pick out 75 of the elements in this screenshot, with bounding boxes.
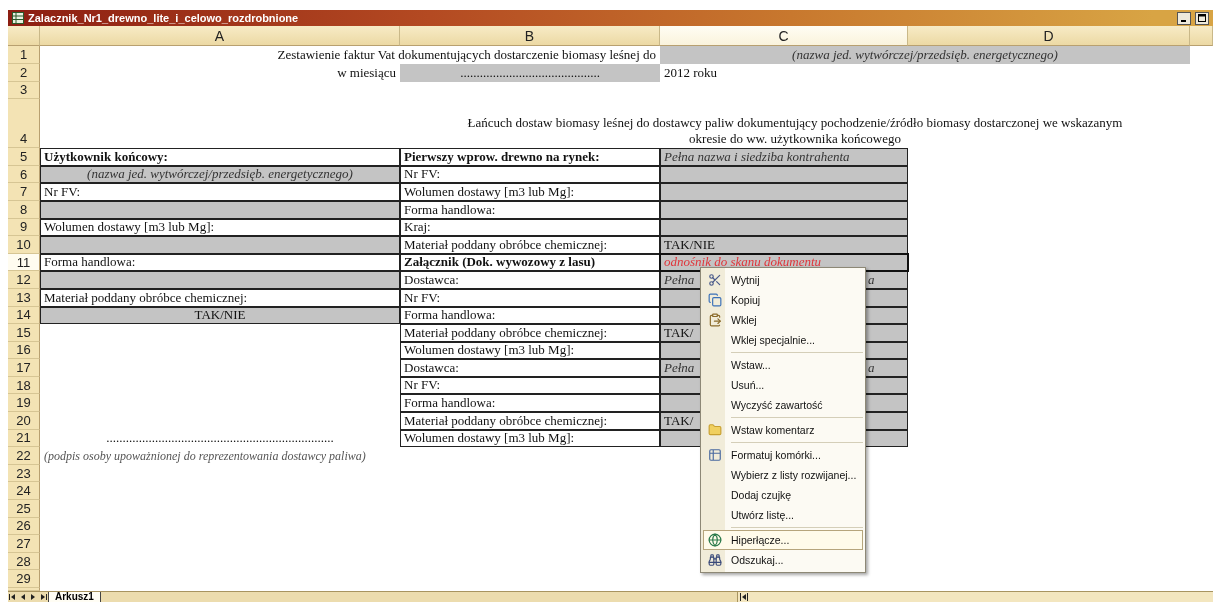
spreadsheet-cell: Nr FV: <box>40 183 400 201</box>
folder-icon <box>708 423 722 437</box>
menu-item[interactable]: Wyczyść zawartość <box>703 395 863 415</box>
spreadsheet-cell: Użytkownik końcowy: <box>40 148 400 166</box>
cell-text: a <box>868 271 875 288</box>
row-header[interactable]: 10 <box>8 236 40 254</box>
right-arrow-icon <box>29 593 37 601</box>
row-header[interactable]: 15 <box>8 324 40 342</box>
spreadsheet-cell: Pierwszy wprow. drewno na rynek: <box>400 148 660 166</box>
cell-text: Pełna <box>664 271 695 288</box>
cell-text: (podpis osoby upoważnionej do reprezentowania dostawcy paliwa) <box>43 447 367 465</box>
restore-icon <box>1198 14 1206 23</box>
column-header[interactable]: B <box>400 26 660 47</box>
row-header[interactable]: 1 <box>8 46 40 64</box>
left-arrow-icon <box>9 593 17 601</box>
next-sheet-button[interactable] <box>38 592 48 602</box>
row-header[interactable]: 7 <box>8 183 40 201</box>
menu-item[interactable]: Wstaw... <box>703 355 863 375</box>
window-title: Zalacznik_Nr1_drewno_lite_i_celowo_rozdrobnione <box>28 12 300 25</box>
spreadsheet-cell: Dostawca: <box>400 359 660 377</box>
spreadsheet-cell: (nazwa jed. wytwórczej/przedsięb. energetycznego) <box>660 46 1190 64</box>
globe-icon <box>708 533 722 547</box>
spreadsheet-cell: ........................................... <box>400 63 660 82</box>
menu-item[interactable]: Wybierz z listy rozwijanej... <box>703 465 863 485</box>
left-arrow-icon <box>19 593 27 601</box>
row-header[interactable]: 20 <box>8 412 40 430</box>
spreadsheet-cell: Dostawca: <box>400 271 660 289</box>
row-header[interactable]: 12 <box>8 271 40 289</box>
row-header[interactable]: 5 <box>8 148 40 166</box>
spreadsheet-cell: Materiał poddany obróbce chemicznej: <box>400 412 660 430</box>
row-header[interactable]: 27 <box>8 535 40 553</box>
cell-text: ...................................................................... <box>105 429 335 448</box>
minimize-button[interactable] <box>1177 11 1191 25</box>
split-handle-icon <box>740 593 748 601</box>
row-header[interactable]: 29 <box>8 570 40 588</box>
spreadsheet-cell: Materiał poddany obróbce chemicznej: <box>400 236 660 254</box>
spreadsheet-cell: Wolumen dostawy [m3 lub Mg]: <box>400 183 660 201</box>
cell-text: Zestawienie faktur Vat dokumentujących dostarczenie biomasy leśnej do <box>276 46 657 64</box>
row-header[interactable]: 17 <box>8 359 40 377</box>
binoculars-icon <box>708 553 722 567</box>
row-header[interactable]: 19 <box>8 394 40 413</box>
cell-text: 2012 roku <box>663 63 719 82</box>
cell-text: w miesiącu <box>336 63 397 82</box>
clipboard-icon <box>708 313 722 327</box>
menu-item[interactable]: Utwórz listę... <box>703 505 863 525</box>
cell-text: Łańcuch dostaw biomasy leśnej do dostawcy paliw dokumentujący pochodzenie/źródło biomasy dostarczonej we wskazanym okresie do ww. użytkownika końcowego <box>466 114 1124 149</box>
right-arrow-icon <box>39 593 47 601</box>
menu-item[interactable]: Formatuj komórki... <box>703 445 863 465</box>
row-header[interactable]: 22 <box>8 447 40 465</box>
copy-icon <box>708 293 722 307</box>
column-header[interactable]: C <box>660 26 908 47</box>
column-header[interactable]: D <box>908 26 1190 47</box>
menu-item[interactable]: Wytnij <box>703 270 863 290</box>
spreadsheet-icon <box>12 12 24 25</box>
spreadsheet-cell: Forma handlowa: <box>400 394 660 413</box>
table-icon <box>708 448 722 462</box>
scissors-icon <box>708 273 722 287</box>
spreadsheet-cell: Pełna nazwa i siedziba kontrahenta <box>660 148 908 166</box>
column-header[interactable]: A <box>40 26 400 47</box>
menu-item[interactable]: Kopiuj <box>703 290 863 310</box>
cell-text: a <box>868 359 875 376</box>
restore-button[interactable] <box>1195 11 1209 25</box>
menu-item[interactable]: Odszukaj... <box>703 550 863 570</box>
row-header[interactable]: 4 <box>8 99 40 149</box>
menu-item[interactable]: Hiperłącze... <box>703 530 863 550</box>
row-header[interactable]: 24 <box>8 482 40 501</box>
sheet-tab[interactable]: Arkusz1 <box>48 592 101 602</box>
horizontal-scrollbar[interactable] <box>737 592 1213 602</box>
menu-item[interactable]: Dodaj czujkę <box>703 485 863 505</box>
menu-item[interactable]: Usuń... <box>703 375 863 395</box>
spreadsheet-cell: Materiał poddany obróbce chemicznej: <box>400 324 660 342</box>
previous-sheet-button[interactable] <box>8 592 18 602</box>
cell-text: Pełna <box>664 359 695 376</box>
row-header[interactable]: 25 <box>8 500 40 518</box>
spreadsheet-cell: TAK/NIE <box>660 236 908 254</box>
